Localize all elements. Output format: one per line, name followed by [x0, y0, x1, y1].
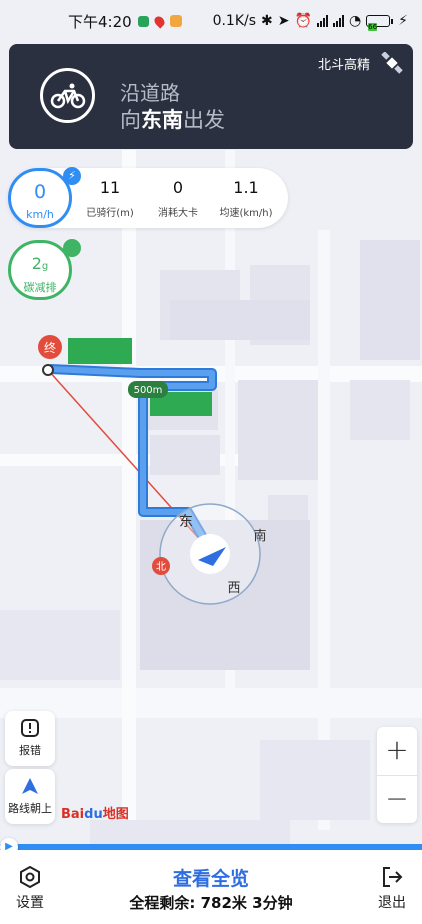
- location-pin-icon: [152, 13, 167, 29]
- road-vertical: [122, 150, 136, 850]
- zoom-in-button[interactable]: +: [377, 727, 417, 775]
- speed-gauge: 0 km/h ⚡: [8, 167, 81, 228]
- report-error-button[interactable]: 报错: [5, 711, 55, 766]
- bottom-bar: 设置 查看全览 全程剩余: 782米 3分钟 退出: [0, 850, 422, 924]
- status-bar: 下午4:20 0.1K/s ✱ ➤ ⏰ ◔ 66 ⚡: [0, 0, 422, 42]
- direction-suffix: 出发: [183, 108, 225, 132]
- app-notification-icon: [137, 15, 149, 27]
- speed-value: 0: [33, 181, 47, 203]
- distance-stat: 11 已骑行(m): [86, 178, 134, 219]
- compass-west: 西: [227, 581, 240, 596]
- route-up-button[interactable]: 路线朝上: [5, 769, 55, 824]
- exit-icon: [383, 867, 403, 887]
- report-label: 报错: [19, 744, 41, 757]
- ride-stats-panel: 0 km/h ⚡ 11 已骑行(m) 0 消耗大卡 1.1 均速(km/h): [8, 167, 288, 228]
- speed-unit: km/h: [26, 208, 54, 221]
- bicycle-icon: [40, 68, 95, 123]
- carbon-value: 2g: [31, 254, 49, 273]
- remaining-summary: 全程剩余: 782米 3分钟: [129, 894, 293, 912]
- exit-label: 退出: [378, 895, 406, 911]
- road-main: [0, 688, 422, 718]
- network-speed: 0.1K/s: [212, 13, 257, 29]
- carbon-label: 碳减排: [23, 281, 57, 294]
- gps-precision-label: 北斗高精: [317, 58, 370, 73]
- app-emoji-icon: [169, 15, 182, 27]
- route-up-label: 路线朝上: [8, 802, 52, 815]
- brand-map: 地图: [102, 807, 129, 822]
- avg-speed-label: 均速(km/h): [219, 208, 273, 219]
- view-overview-button[interactable]: 查看全览: [0, 864, 422, 891]
- bolt-icon: ⚡: [63, 167, 81, 185]
- start-node: [42, 364, 54, 376]
- distance-value: 11: [99, 178, 121, 197]
- compass-east: 东: [179, 514, 193, 530]
- alarm-icon: ⏰: [294, 13, 312, 29]
- avg-speed-stat: 1.1 均速(km/h): [218, 178, 274, 219]
- compass-south: 南: [253, 528, 266, 544]
- navigation-arrow-icon: ➤: [277, 13, 290, 29]
- building: [260, 740, 370, 820]
- building: [0, 610, 120, 680]
- bluetooth-icon: ✱: [261, 13, 273, 29]
- location-dot: [190, 534, 230, 574]
- building: [150, 435, 220, 475]
- avg-speed-value: 1.1: [233, 178, 259, 197]
- wifi-icon: ◔: [348, 13, 362, 29]
- battery-level: 66: [368, 23, 378, 31]
- satellite-icon: [381, 52, 403, 74]
- calories-stat: 0 消耗大卡: [154, 178, 202, 219]
- navigation-guidance-card: 沿道路 向东南出发 北斗高精: [9, 44, 413, 149]
- building: [238, 380, 318, 480]
- distance-badge-text: 500m: [134, 385, 163, 396]
- signal-icon: [316, 15, 328, 27]
- exit-button[interactable]: 退出: [372, 866, 412, 912]
- direction-highlight: 东南: [141, 108, 183, 132]
- signal-icon-2: [332, 15, 344, 27]
- report-icon: [21, 719, 39, 737]
- brand-bai: Bai: [61, 807, 85, 822]
- compass-north: 北: [156, 561, 166, 573]
- battery-icon: 66: [366, 15, 394, 31]
- building: [90, 820, 290, 844]
- end-marker-label: 终: [44, 340, 56, 355]
- baidu-map-logo: Baidu地图: [61, 803, 129, 822]
- calories-label: 消耗大卡: [158, 208, 198, 219]
- brand-du: du: [84, 807, 103, 822]
- road-instruction: 沿道路: [120, 81, 180, 105]
- building: [360, 240, 420, 360]
- distance-label: 已骑行(m): [86, 208, 134, 219]
- direction-instruction: 向东南出发: [120, 104, 225, 134]
- carbon-reduction-badge[interactable]: 2g 碳减排: [8, 239, 81, 300]
- calories-value: 0: [172, 178, 184, 197]
- place-tag: [68, 338, 132, 364]
- direction-prefix: 向: [120, 108, 141, 132]
- charging-icon: ⚡: [398, 13, 408, 29]
- zoom-out-button[interactable]: −: [377, 776, 417, 824]
- status-time: 下午4:20: [68, 12, 132, 31]
- zoom-controls: + −: [377, 727, 417, 823]
- leaf-icon: [63, 239, 81, 257]
- route-up-icon: [22, 778, 38, 794]
- building: [350, 380, 410, 440]
- building: [170, 300, 310, 340]
